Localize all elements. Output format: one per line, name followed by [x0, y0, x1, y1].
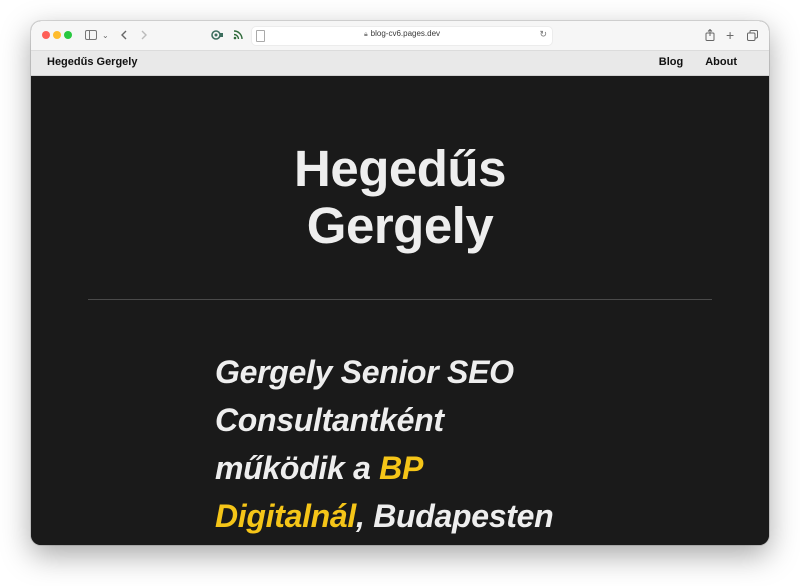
intro-part2: , Budapesten	[356, 498, 554, 534]
hero-title-line1: Hegedűs	[294, 140, 506, 197]
forward-icon[interactable]	[140, 27, 148, 43]
site-brand-link[interactable]: Hegedűs Gergely	[47, 56, 137, 68]
browser-window: ⌄ 🔒︎ blog-cv6.pages.dev ↻ + Hegedűs Gerge…	[31, 21, 769, 545]
minimize-window-button[interactable]	[53, 31, 61, 39]
back-icon[interactable]	[120, 27, 128, 43]
new-tab-icon[interactable]: +	[726, 27, 734, 43]
privacy-report-icon[interactable]	[211, 27, 224, 43]
intro-part1: Gergely Senior SEO Consultantként működi…	[215, 354, 514, 486]
hero-title-line2: Gergely	[306, 197, 494, 254]
share-icon[interactable]	[705, 27, 715, 43]
hero-title: Hegedűs Gergely	[31, 140, 769, 254]
close-window-button[interactable]	[42, 31, 50, 39]
address-bar[interactable]: 🔒︎ blog-cv6.pages.dev ↻	[251, 26, 553, 46]
nav-link-blog[interactable]: Blog	[659, 56, 683, 68]
page-content: Hegedűs Gergely Gergely Senior SEO Consu…	[31, 76, 769, 545]
nav-link-about[interactable]: About	[705, 56, 737, 68]
site-nav: Blog About	[659, 56, 737, 68]
rss-icon[interactable]	[233, 27, 243, 43]
reload-icon[interactable]: ↻	[539, 29, 547, 40]
intro-text: Gergely Senior SEO Consultantként működi…	[215, 348, 575, 540]
site-header: Hegedűs Gergely Blog About	[31, 51, 769, 76]
lock-icon: 🔒︎	[363, 31, 368, 38]
zoom-window-button[interactable]	[64, 31, 72, 39]
sidebar-toggle-icon[interactable]	[85, 27, 97, 43]
divider	[88, 299, 712, 300]
chevron-down-icon[interactable]: ⌄	[102, 27, 109, 43]
url-text: blog-cv6.pages.dev	[370, 29, 441, 38]
tab-overview-icon[interactable]	[747, 27, 758, 43]
browser-toolbar: ⌄ 🔒︎ blog-cv6.pages.dev ↻ +	[31, 21, 769, 51]
